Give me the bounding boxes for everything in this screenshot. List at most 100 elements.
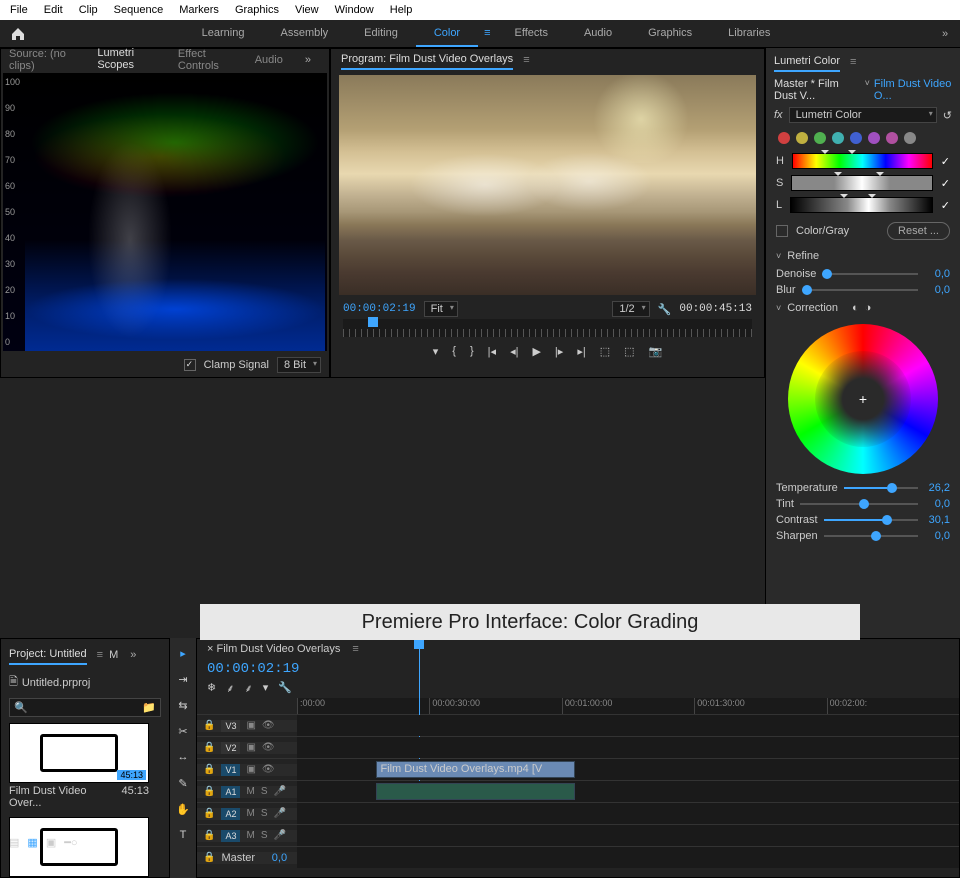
track-label-v2[interactable]: V2	[221, 742, 240, 754]
track-select-tool-icon[interactable]: ⇥	[174, 670, 192, 688]
menu-help[interactable]: Help	[384, 2, 419, 18]
toggle-output-icon[interactable]: ▣	[246, 764, 255, 775]
reset-effect-icon[interactable]: ↺	[943, 109, 952, 122]
solo-icon[interactable]: S	[261, 830, 268, 841]
menu-window[interactable]: Window	[329, 2, 380, 18]
razor-tool-icon[interactable]: ✂	[174, 722, 192, 740]
swatch-blue[interactable]	[850, 132, 862, 144]
lock-icon[interactable]: 🔒	[203, 720, 215, 731]
track-label-v3[interactable]: V3	[221, 720, 240, 732]
type-tool-icon[interactable]: T	[174, 826, 192, 844]
ws-graphics[interactable]: Graphics	[630, 21, 710, 47]
snap-icon[interactable]: ❄	[207, 681, 216, 696]
settings-wrench-icon[interactable]: 🔧	[658, 303, 672, 316]
hue-range-slider[interactable]	[792, 153, 933, 169]
video-preview[interactable]	[339, 75, 756, 295]
mark-out-icon[interactable]: }	[468, 343, 476, 359]
project-overflow-icon[interactable]: »	[124, 643, 148, 667]
tint-value[interactable]: 0,0	[924, 498, 950, 510]
bin-name[interactable]: Untitled.prproj	[22, 677, 90, 689]
zoom-fit-select[interactable]: Fit	[424, 301, 458, 317]
temp-value[interactable]: 26,2	[924, 482, 950, 494]
blur-value[interactable]: 0,0	[924, 284, 950, 296]
zoom-slider-icon[interactable]: ━○	[64, 836, 77, 849]
linked-selection-icon[interactable]: ⸙	[226, 681, 234, 696]
swatch-cyan[interactable]	[832, 132, 844, 144]
ripple-edit-tool-icon[interactable]: ⇆	[174, 696, 192, 714]
toggle-output-icon[interactable]: ▣	[246, 720, 255, 731]
swatch-gray[interactable]	[904, 132, 916, 144]
swatch-red[interactable]	[778, 132, 790, 144]
ws-editing[interactable]: Editing	[346, 21, 416, 47]
sat-check-icon[interactable]: ✓	[941, 177, 950, 190]
pen-tool-icon[interactable]: ✎	[174, 774, 192, 792]
fx-badge-icon[interactable]: fx	[774, 109, 783, 121]
correction-mode-b-icon[interactable]: ◑	[865, 302, 872, 314]
program-scrubber[interactable]	[343, 319, 752, 337]
lock-icon[interactable]: 🔒	[203, 764, 215, 775]
timecode-in[interactable]: 00:00:02:19	[343, 303, 416, 315]
project-title[interactable]: Project: Untitled	[9, 645, 87, 665]
lumetri-effect-select[interactable]: Lumetri Color	[789, 107, 937, 123]
reset-button[interactable]: Reset ...	[887, 222, 950, 240]
eye-icon[interactable]: 👁	[262, 764, 275, 775]
track-label-a1[interactable]: A1	[221, 786, 240, 798]
denoise-value[interactable]: 0,0	[924, 268, 950, 280]
time-ruler[interactable]: :00:0000:00:30:00 00:01:00:0000:01:30:00…	[297, 698, 959, 714]
mute-icon[interactable]: M	[246, 830, 254, 841]
track-label-v1[interactable]: V1	[221, 764, 240, 776]
lock-icon[interactable]: 🔒	[203, 742, 215, 753]
lock-icon[interactable]: 🔒	[203, 830, 215, 841]
sat-range-slider[interactable]	[791, 175, 932, 191]
toggle-output-icon[interactable]: ▣	[246, 742, 255, 753]
tint-slider[interactable]	[800, 503, 918, 505]
lock-icon[interactable]: 🔒	[203, 808, 215, 819]
program-panel-menu-icon[interactable]: ≡	[523, 54, 529, 66]
list-view-icon[interactable]: ▤	[9, 836, 19, 849]
step-back-icon[interactable]: ◂|	[508, 343, 520, 360]
ws-libraries[interactable]: Libraries	[710, 21, 788, 47]
menu-edit[interactable]: Edit	[38, 2, 69, 18]
track-label-a3[interactable]: A3	[221, 830, 240, 842]
menu-file[interactable]: File	[4, 2, 34, 18]
correction-mode-a-icon[interactable]: ◐	[852, 302, 859, 314]
ws-assembly[interactable]: Assembly	[262, 21, 346, 47]
hue-check-icon[interactable]: ✓	[941, 155, 950, 168]
tab-lumetri-scopes[interactable]: Lumetri Scopes	[97, 44, 162, 76]
go-to-in-icon[interactable]: |◂	[486, 343, 498, 360]
tab-source[interactable]: Source: (no clips)	[9, 45, 81, 75]
lock-icon[interactable]: 🔒	[203, 852, 215, 863]
menu-graphics[interactable]: Graphics	[229, 2, 285, 18]
voice-icon[interactable]: 🎤	[273, 786, 285, 797]
lum-check-icon[interactable]: ✓	[941, 199, 950, 212]
project-panel-menu-icon[interactable]: ≡	[97, 649, 103, 661]
hand-tool-icon[interactable]: ✋	[174, 800, 192, 818]
ws-audio[interactable]: Audio	[566, 21, 630, 47]
ws-overflow-icon[interactable]: »	[936, 22, 960, 46]
lumetri-panel-menu-icon[interactable]: ≡	[850, 56, 856, 68]
menu-clip[interactable]: Clip	[73, 2, 104, 18]
contrast-value[interactable]: 30,1	[924, 514, 950, 526]
voice-icon[interactable]: 🎤	[273, 808, 285, 819]
project-tab-overflow[interactable]: M	[109, 649, 118, 661]
lumetri-clip-label[interactable]: Film Dust Video O...	[874, 78, 952, 102]
icon-view-icon[interactable]: ▦	[27, 836, 37, 849]
add-marker-icon[interactable]: ▾	[431, 343, 441, 360]
menu-markers[interactable]: Markers	[173, 2, 225, 18]
swatch-magenta[interactable]	[886, 132, 898, 144]
step-forward-icon[interactable]: |▸	[553, 343, 565, 360]
menu-view[interactable]: View	[289, 2, 325, 18]
new-bin-icon[interactable]: 📁	[142, 701, 156, 714]
scopes-overflow-icon[interactable]: »	[299, 48, 321, 72]
lumetri-title[interactable]: Lumetri Color	[774, 52, 840, 72]
playhead-icon[interactable]	[368, 317, 378, 327]
solo-icon[interactable]: S	[261, 786, 268, 797]
ws-color[interactable]: Color	[416, 21, 478, 47]
slip-tool-icon[interactable]: ↔	[174, 748, 192, 766]
add-marker-tl-icon[interactable]: ▾	[263, 681, 269, 696]
denoise-slider[interactable]	[822, 273, 918, 275]
mute-icon[interactable]: M	[246, 786, 254, 797]
refine-toggle-icon[interactable]: ˅	[776, 251, 781, 261]
swatch-yellow[interactable]	[796, 132, 808, 144]
correction-toggle-icon[interactable]: ˅	[776, 303, 781, 313]
